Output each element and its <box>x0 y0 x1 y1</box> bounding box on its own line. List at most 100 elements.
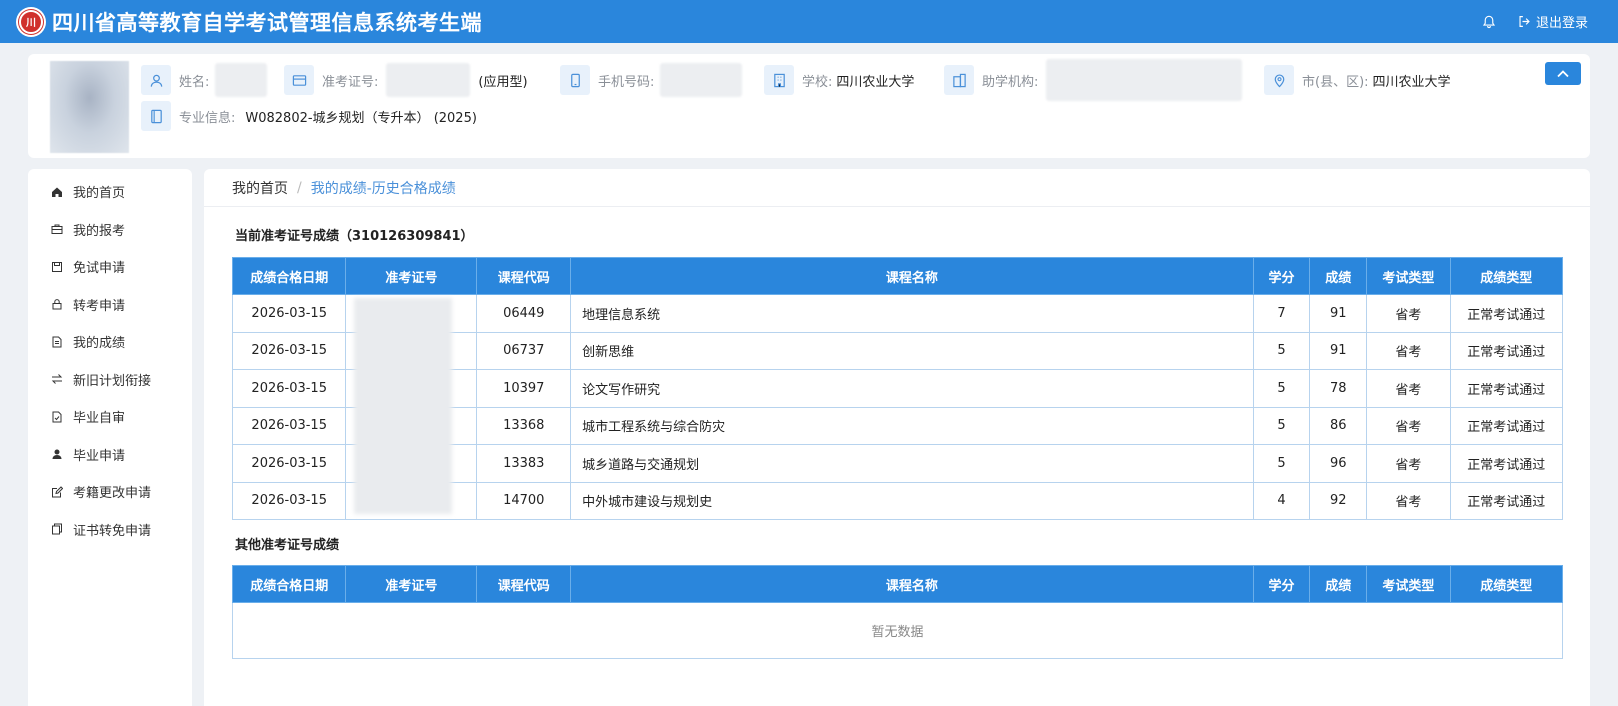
name-label: 姓名: <box>179 74 210 90</box>
cell-code: 10397 <box>476 369 572 408</box>
school-value: 四川农业大学 <box>836 74 915 90</box>
cell-credit: 5 <box>1252 444 1311 483</box>
current-section-title: 当前准考证号成绩（310126309841） <box>235 229 474 244</box>
cell-score: 78 <box>1309 369 1368 408</box>
cell-score-type: 正常考试通过 <box>1449 331 1564 370</box>
cell-course-name: 中外城市建设与规划史 <box>570 481 1254 520</box>
sidebar-item-registration[interactable]: 我的报考 <box>28 211 192 249</box>
sidebar-item-label: 我的成绩 <box>73 336 126 352</box>
agency-field: 助学机构: <box>944 59 1243 101</box>
logout-label: 退出登录 <box>1535 16 1588 31</box>
cell-code: 06737 <box>476 331 572 370</box>
agency-label: 助学机构: <box>982 74 1039 90</box>
cell-date: 2026-03-15 <box>231 331 347 370</box>
cell-score: 96 <box>1309 444 1368 483</box>
other-section-title: 其他准考证号成绩 <box>235 538 340 553</box>
major-label: 专业信息: <box>179 110 236 126</box>
building-icon <box>764 65 794 95</box>
emblem-icon: 川 <box>19 9 43 34</box>
cell-exam-type: 省考 <box>1366 444 1451 483</box>
sidebar-item-plan-transition[interactable]: 新旧计划衔接 <box>28 361 192 399</box>
ticket-suffix: (应用型) <box>478 74 528 90</box>
empty-text: 暂无数据 <box>232 602 1563 659</box>
column-header: 成绩 <box>1309 257 1368 295</box>
edit-icon <box>52 486 63 498</box>
cell-credit: 7 <box>1252 294 1311 333</box>
sidebar-nav: 我的首页 我的报考 免试申请 转考申请 我的成绩 新旧计划衔接 毕业自审 毕业申… <box>28 169 192 706</box>
sidebar-item-certificate-transfer[interactable]: 证书转免申请 <box>28 511 192 549</box>
breadcrumb: 我的首页 / 我的成绩-历史合格成绩 <box>204 169 1590 207</box>
cell-exam-type: 省考 <box>1366 481 1451 520</box>
book-icon <box>141 101 171 131</box>
cell-credit: 5 <box>1252 331 1311 370</box>
bell-icon[interactable] <box>1482 15 1496 29</box>
logout-button[interactable]: 退出登录 <box>1518 12 1588 31</box>
cell-course-name: 论文写作研究 <box>570 369 1254 408</box>
phone-field: 手机号码: <box>560 63 743 97</box>
cell-score: 91 <box>1309 294 1368 333</box>
sidebar-item-home[interactable]: 我的首页 <box>28 173 192 211</box>
sidebar-item-record-change[interactable]: 考籍更改申请 <box>28 473 192 511</box>
cell-score-type: 正常考试通过 <box>1449 294 1564 333</box>
cell-course-name: 创新思维 <box>570 331 1254 370</box>
cell-course-name: 城乡道路与交通规划 <box>570 444 1254 483</box>
briefcase-icon <box>51 224 63 235</box>
cell-date: 2026-03-15 <box>231 369 347 408</box>
lock-icon <box>52 299 62 310</box>
column-header: 课程名称 <box>570 565 1254 603</box>
swap-icon <box>51 374 63 385</box>
agency-value-redacted <box>1046 59 1243 101</box>
check-document-icon <box>52 411 62 423</box>
user-icon <box>141 65 171 95</box>
sidebar-item-exemption[interactable]: 免试申请 <box>28 248 192 286</box>
copy-icon <box>52 523 62 535</box>
cell-score-type: 正常考试通过 <box>1449 444 1564 483</box>
sidebar-item-label: 我的报考 <box>73 223 126 239</box>
cell-score-type: 正常考试通过 <box>1449 369 1564 408</box>
sidebar-item-label: 证书转免申请 <box>73 523 152 539</box>
breadcrumb-home-link[interactable]: 我的首页 <box>232 178 288 198</box>
sidebar-item-label: 新旧计划衔接 <box>73 373 152 389</box>
school-field: 学校: 四川农业大学 <box>764 64 914 96</box>
city-value: 四川农业大学 <box>1372 74 1451 90</box>
column-header: 学分 <box>1252 565 1311 603</box>
column-header: 成绩合格日期 <box>231 257 347 295</box>
column-header: 学分 <box>1252 257 1311 295</box>
column-header: 课程代码 <box>476 565 572 603</box>
cell-code: 06449 <box>476 294 572 333</box>
collapse-button[interactable] <box>1545 62 1581 85</box>
name-field: 姓名: <box>141 63 268 97</box>
profile-card: 姓名: 准考证号: (应用型) 手机号码: 学校: 四川农业大学 助学机构: 市… <box>28 54 1590 158</box>
column-header: 考试类型 <box>1366 565 1451 603</box>
ticket-value-redacted <box>386 63 471 97</box>
cell-course-name: 地理信息系统 <box>570 294 1254 333</box>
save-icon <box>52 261 62 272</box>
sidebar-item-graduation-apply[interactable]: 毕业申请 <box>28 436 192 474</box>
cell-exam-type: 省考 <box>1366 369 1451 408</box>
cell-code: 14700 <box>476 481 572 520</box>
cell-exam-type: 省考 <box>1366 331 1451 370</box>
cell-exam-type: 省考 <box>1366 406 1451 445</box>
breadcrumb-separator: / <box>297 179 302 196</box>
major-field: 专业信息: W082802-城乡规划（专升本） (2025) <box>141 100 477 132</box>
sidebar-item-scores[interactable]: 我的成绩 <box>28 323 192 361</box>
name-value-redacted <box>215 63 268 97</box>
column-header: 成绩 <box>1309 565 1368 603</box>
sidebar-item-transfer[interactable]: 转考申请 <box>28 286 192 324</box>
cell-credit: 4 <box>1252 481 1311 520</box>
city-label: 市(县、区): <box>1302 74 1369 90</box>
document-icon <box>52 336 62 348</box>
table-header-row: 成绩合格日期 准考证号 课程代码 课程名称 学分 成绩 考试类型 成绩类型 <box>231 565 1564 603</box>
cell-date: 2026-03-15 <box>231 481 347 520</box>
column-header: 成绩类型 <box>1449 565 1564 603</box>
cell-course-name: 城市工程系统与综合防灾 <box>570 406 1254 445</box>
cell-code: 13368 <box>476 406 572 445</box>
column-header: 成绩类型 <box>1449 257 1564 295</box>
cell-date: 2026-03-15 <box>231 406 347 445</box>
sidebar-item-graduation-review[interactable]: 毕业自审 <box>28 398 192 436</box>
home-icon <box>52 187 62 197</box>
cell-score-type: 正常考试通过 <box>1449 481 1564 520</box>
ticket-label: 准考证号: <box>322 74 379 90</box>
cell-credit: 5 <box>1252 369 1311 408</box>
id-card-icon <box>284 65 314 95</box>
